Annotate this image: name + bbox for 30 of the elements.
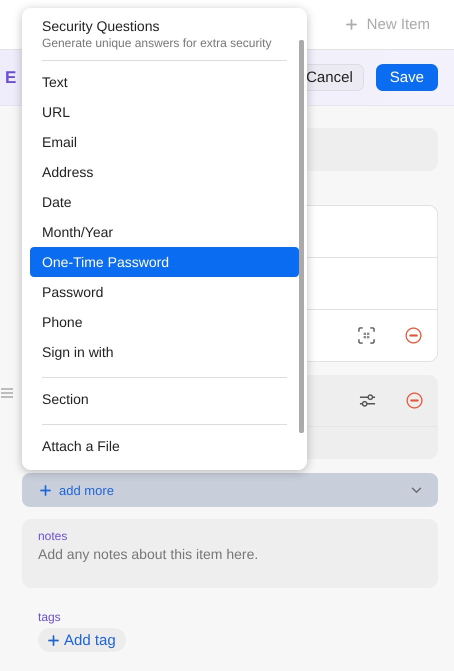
scrollbar[interactable]: [299, 40, 304, 433]
menu-item[interactable]: Password: [30, 277, 299, 307]
sliders-icon[interactable]: [359, 392, 376, 409]
menu-item[interactable]: Address: [30, 157, 299, 187]
menu-item-subtitle: Generate unique answers for extra security: [42, 36, 272, 50]
menu-item-title[interactable]: Security Questions: [42, 18, 287, 34]
page-title: E: [5, 68, 16, 88]
remove-icon[interactable]: [405, 327, 422, 344]
drag-handle-icon[interactable]: [1, 388, 13, 398]
chevron-down-icon: [411, 486, 422, 494]
plus-icon: [48, 634, 59, 646]
menu-item[interactable]: Phone: [30, 307, 299, 337]
notes-placeholder: Add any notes about this item here.: [38, 546, 260, 562]
menu-item[interactable]: Date: [30, 187, 299, 217]
add-tag-button[interactable]: Add tag: [38, 628, 126, 652]
menu-item[interactable]: URL: [30, 97, 299, 127]
plus-icon: [346, 19, 357, 30]
tags-label: tags: [38, 610, 61, 624]
save-button[interactable]: Save: [376, 64, 438, 91]
menu-item[interactable]: Attach a File: [30, 431, 299, 461]
qr-code-icon[interactable]: [358, 327, 375, 344]
remove-icon[interactable]: [406, 392, 423, 409]
menu-item[interactable]: Month/Year: [30, 217, 299, 247]
menu-item[interactable]: One-Time Password: [30, 247, 299, 277]
menu-item[interactable]: Sign in with: [30, 337, 299, 367]
plus-icon: [40, 484, 51, 496]
menu-item[interactable]: Section: [30, 384, 299, 414]
notes-field[interactable]: notes Add any notes about this item here.: [22, 519, 438, 588]
menu-item[interactable]: Email: [30, 127, 299, 157]
notes-label: notes: [38, 529, 68, 543]
